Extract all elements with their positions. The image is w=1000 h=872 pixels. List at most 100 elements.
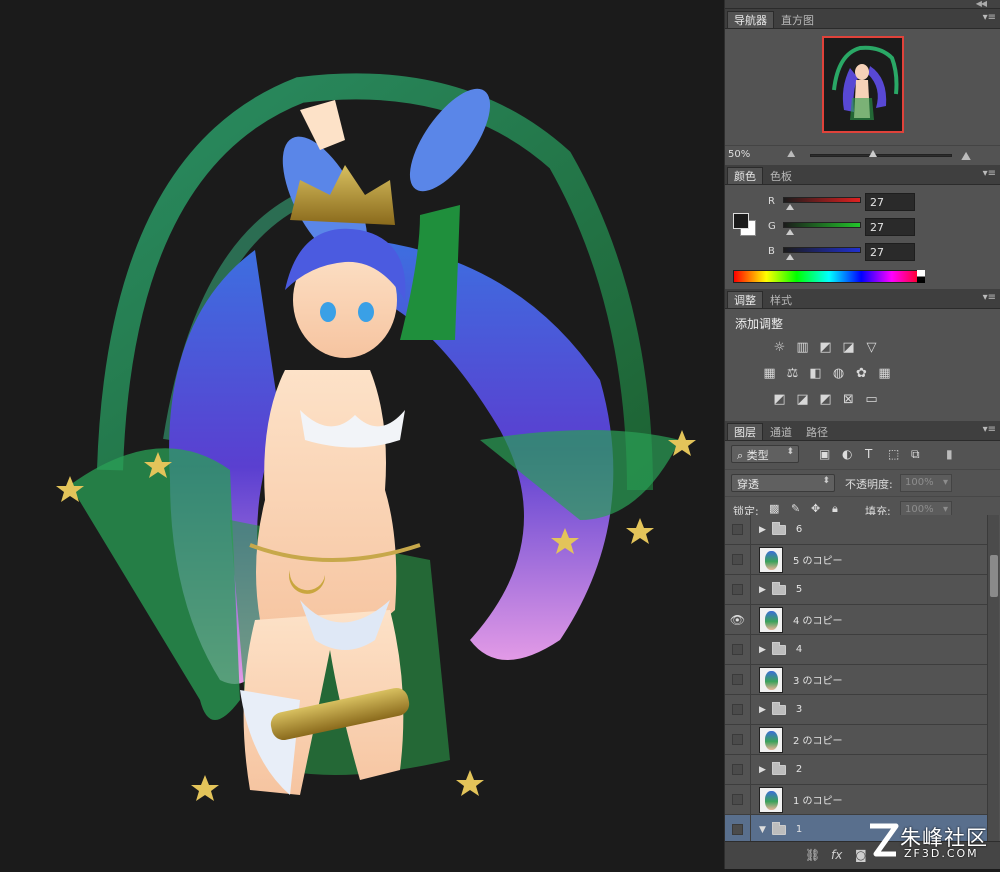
tab-histogram[interactable]: 直方图 <box>774 11 821 28</box>
visibility-toggle[interactable] <box>725 635 751 664</box>
panel-menu-icon[interactable]: ▾≡ <box>983 168 996 179</box>
visibility-toggle[interactable]: 👁︎ <box>725 605 751 634</box>
layer-row[interactable]: 3 のコピー <box>725 665 987 695</box>
red-slider[interactable] <box>783 197 861 203</box>
tab-layers[interactable]: 图层 <box>727 423 763 440</box>
tab-color[interactable]: 颜色 <box>727 167 763 184</box>
collapse-icon[interactable]: ◀◀ <box>976 0 987 8</box>
blue-slider[interactable] <box>783 247 861 253</box>
color-spectrum-ramp[interactable] <box>733 270 925 283</box>
navigator-view-box[interactable] <box>822 36 904 133</box>
expand-arrow-icon[interactable]: ▶ <box>759 705 766 715</box>
visibility-toggle[interactable] <box>725 755 751 784</box>
visibility-toggle[interactable] <box>725 785 751 814</box>
red-value-input[interactable]: 27 <box>865 193 915 211</box>
smart-object-filter-icon[interactable]: ⧉ <box>911 447 920 462</box>
hue-saturation-icon[interactable]: ▦ <box>761 365 778 382</box>
black-white-icon[interactable]: ◧ <box>807 365 824 382</box>
panel-menu-icon[interactable]: ▾≡ <box>983 292 996 303</box>
levels-icon[interactable]: ▥ <box>794 339 811 356</box>
layer-row[interactable]: 1 のコピー <box>725 785 987 815</box>
green-slider-thumb[interactable] <box>786 229 794 235</box>
layer-thumbnail <box>759 546 783 573</box>
zoom-slider[interactable] <box>810 150 952 157</box>
channel-mixer-icon[interactable]: ✿ <box>853 365 870 382</box>
blue-label: B <box>768 246 775 257</box>
curves-icon[interactable]: ◩ <box>817 339 834 356</box>
red-slider-thumb[interactable] <box>786 204 794 210</box>
lock-position-icon[interactable]: ✥ <box>811 502 820 515</box>
foreground-color-swatch[interactable] <box>733 213 749 229</box>
link-layers-icon[interactable]: ⛓ <box>805 848 820 862</box>
tab-paths[interactable]: 路径 <box>799 423 835 440</box>
layer-row[interactable]: 2 のコピー <box>725 725 987 755</box>
adjustment-filter-icon[interactable]: ◐ <box>842 447 852 461</box>
vibrance-icon[interactable]: ▽ <box>863 339 880 356</box>
color-balance-icon[interactable]: ⚖ <box>784 365 801 382</box>
visibility-toggle[interactable] <box>725 575 751 604</box>
pixel-filter-icon[interactable]: ▣ <box>819 447 830 461</box>
green-slider[interactable] <box>783 222 861 228</box>
blue-value-input[interactable]: 27 <box>865 243 915 261</box>
invert-icon[interactable]: ◩ <box>771 391 788 408</box>
gradient-map-icon[interactable]: ▭ <box>863 391 880 408</box>
expand-arrow-icon[interactable]: ▶ <box>759 645 766 655</box>
exposure-icon[interactable]: ◪ <box>840 339 857 356</box>
expand-arrow-icon[interactable]: ▶ <box>759 765 766 775</box>
visibility-toggle[interactable] <box>725 725 751 754</box>
visibility-toggle[interactable] <box>725 665 751 694</box>
shape-filter-icon[interactable]: ⬚ <box>888 447 899 461</box>
folder-icon <box>771 641 786 655</box>
filter-toggle-icon[interactable]: ▮ <box>946 447 953 461</box>
layer-group-row[interactable]: ▶ 5 <box>725 575 987 605</box>
filter-kind-select[interactable]: ⌕ 类型 ⬍ <box>731 445 799 463</box>
photo-filter-icon[interactable]: ◍ <box>830 365 847 382</box>
layer-group-row[interactable]: ▶ 2 <box>725 755 987 785</box>
blend-mode-select[interactable]: 穿透 ⬍ <box>731 474 835 492</box>
type-filter-icon[interactable]: T <box>865 447 872 461</box>
layer-list[interactable]: ▶ 6 5 のコピー ▶ 5 👁︎ 4 のコピー ▶ 4 3 のコピー ▶ 3 … <box>725 515 987 841</box>
layers-scroll-thumb[interactable] <box>990 555 998 597</box>
layer-name: 1 のコピー <box>793 796 843 807</box>
panel-menu-icon[interactable]: ▾≡ <box>983 12 996 23</box>
zoom-level[interactable]: 50% <box>728 149 750 160</box>
zoom-slider-thumb[interactable] <box>869 150 877 157</box>
expand-arrow-icon[interactable]: ▶ <box>759 525 766 535</box>
zoom-in-icon[interactable]: ⛰ <box>961 149 971 164</box>
tab-styles[interactable]: 样式 <box>763 291 799 308</box>
layer-row[interactable]: 👁︎ 4 のコピー <box>725 605 987 635</box>
chevron-updown-icon: ⬍ <box>822 476 830 486</box>
visibility-toggle[interactable] <box>725 515 751 544</box>
layer-group-row[interactable]: ▶ 3 <box>725 695 987 725</box>
tab-adjustments[interactable]: 调整 <box>727 291 763 308</box>
visibility-toggle[interactable] <box>725 695 751 724</box>
opacity-input[interactable]: 100% ▾ <box>900 474 952 492</box>
lock-transparent-icon[interactable]: ▩ <box>769 502 779 515</box>
color-lookup-icon[interactable]: ▦ <box>876 365 893 382</box>
selective-color-icon[interactable]: ⊠ <box>840 391 857 408</box>
document-canvas[interactable] <box>0 0 724 869</box>
zoom-out-icon[interactable]: ⛰ <box>787 149 795 160</box>
red-label: R <box>768 196 775 207</box>
lock-all-icon[interactable]: 🔒︎ <box>832 502 838 516</box>
layer-thumbnail <box>759 666 783 693</box>
tab-navigator[interactable]: 导航器 <box>727 11 774 28</box>
layer-group-row[interactable]: ▶ 4 <box>725 635 987 665</box>
fx-icon[interactable]: fx <box>831 848 842 862</box>
tab-swatches[interactable]: 色板 <box>763 167 799 184</box>
green-value-input[interactable]: 27 <box>865 218 915 236</box>
tab-channels[interactable]: 通道 <box>763 423 799 440</box>
layer-group-row[interactable]: ▶ 6 <box>725 515 987 545</box>
brightness-contrast-icon[interactable]: ☼ <box>771 339 788 356</box>
blue-slider-thumb[interactable] <box>786 254 794 260</box>
expand-arrow-icon[interactable]: ▶ <box>759 585 766 595</box>
posterize-icon[interactable]: ◪ <box>794 391 811 408</box>
visibility-toggle[interactable] <box>725 545 751 574</box>
threshold-icon[interactable]: ◩ <box>817 391 834 408</box>
panel-menu-icon[interactable]: ▾≡ <box>983 424 996 435</box>
lock-pixels-icon[interactable]: ✎ <box>791 502 800 515</box>
layers-scrollbar[interactable] <box>987 515 999 841</box>
layer-row[interactable]: 5 のコピー <box>725 545 987 575</box>
visibility-toggle[interactable] <box>725 815 751 841</box>
collapse-arrow-icon[interactable]: ▼ <box>759 825 766 835</box>
